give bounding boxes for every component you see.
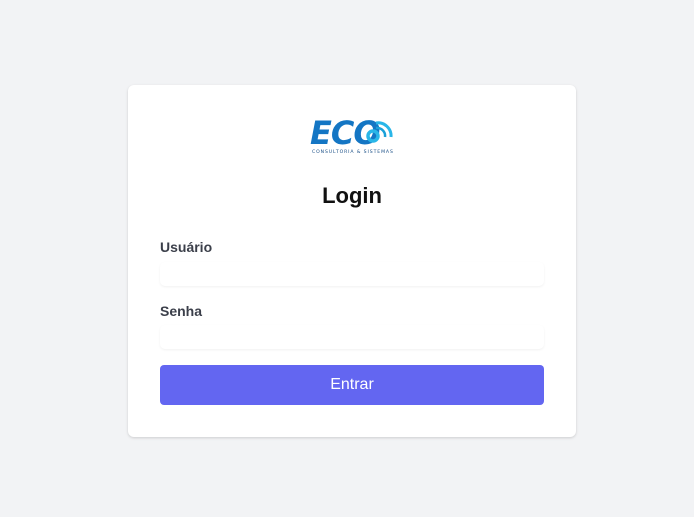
logo-tagline: CONSULTORIA & SISTEMAS — [312, 150, 394, 155]
username-label: Usuário — [160, 239, 213, 255]
login-button[interactable]: Entrar — [160, 365, 544, 405]
password-label: Senha — [160, 303, 203, 319]
login-card: ECO CONSULTORIA & SISTEMAS Login Usuário… — [128, 85, 576, 437]
password-input[interactable] — [160, 325, 544, 349]
logo-signal-icon — [366, 121, 393, 143]
username-input[interactable] — [160, 262, 544, 286]
eco-logo: ECO CONSULTORIA & SISTEMAS — [310, 115, 394, 159]
page-title: Login — [322, 183, 382, 208]
